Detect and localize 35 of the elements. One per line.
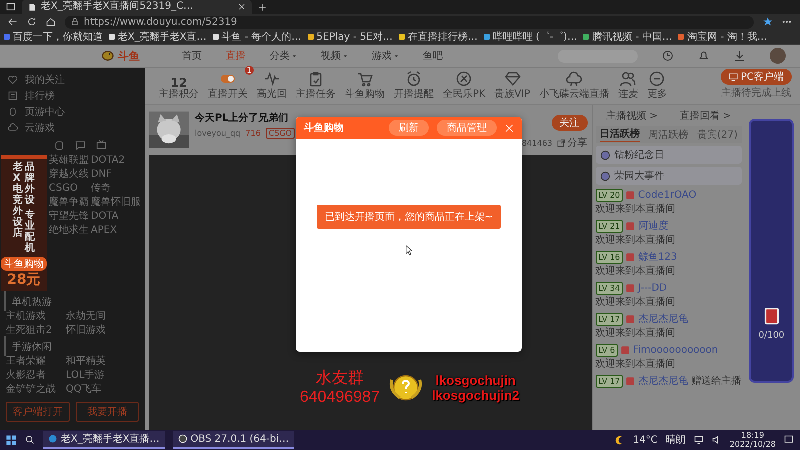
pc-note: 主播待完成上线: [721, 86, 792, 100]
overlay-name: lkosgochujin2: [432, 388, 520, 402]
temperature: 14°C: [633, 434, 658, 446]
overlay-name: lkosgochujin: [436, 372, 516, 388]
modal-title: 斗鱼购物: [304, 122, 345, 135]
level-badge: LV 16: [596, 251, 624, 264]
shop-name: 老X电竞外设店: [13, 162, 23, 241]
chat-message: 赠送给主播: [691, 376, 742, 387]
heat-count: 716: [246, 129, 261, 138]
chat-message: 欢迎来到本直播间: [596, 266, 676, 277]
follower-count: 841463: [522, 138, 552, 148]
chat-message: 欢迎来到本直播间: [596, 204, 676, 215]
promo-text: 专业配机: [25, 210, 35, 254]
progress-text: 0/100: [758, 331, 785, 341]
chat-message: 欢迎来到本直播间: [596, 235, 676, 246]
weather-text: 晴朗: [666, 434, 686, 447]
logo-text: 斗鱼: [118, 48, 140, 64]
level-badge: LV 6: [596, 344, 618, 357]
chat-message: 欢迎来到本直播间: [596, 359, 676, 370]
room-title: 今天PL上分了兄弟们: [195, 112, 290, 125]
section-title: 手游休闲: [4, 336, 145, 356]
level-badge: LV 17: [596, 313, 624, 326]
group-label: 水友群: [316, 368, 364, 389]
promo-badge: 斗鱼购物: [1, 257, 47, 271]
level-badge: LV 34: [596, 282, 624, 295]
group-number: 640496987: [300, 389, 380, 407]
chat-message: 欢迎来到本直播间: [596, 328, 676, 339]
level-badge: LV 20: [596, 189, 624, 202]
chat-message: 欢迎来到本直播间: [596, 297, 676, 308]
section-title: 单机热游: [4, 291, 145, 311]
level-badge: LV 21: [596, 220, 624, 233]
toast-message: 已到达开播页面，您的商品正在上架~: [316, 205, 502, 229]
level-badge: LV 17: [596, 375, 624, 388]
promo-price: 28元: [7, 271, 41, 289]
promo-text: 品牌外设: [25, 162, 35, 206]
